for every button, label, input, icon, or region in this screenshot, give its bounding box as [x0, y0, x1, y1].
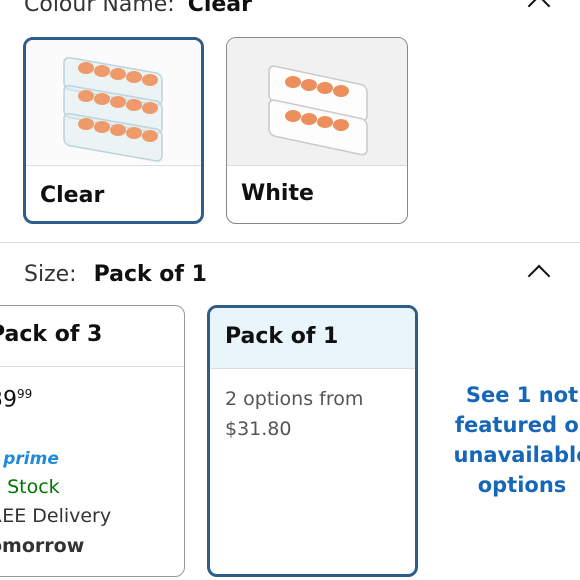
- swatch-divider: [227, 165, 407, 166]
- card-header-divider: [0, 366, 184, 367]
- chevron-up-icon[interactable]: [527, 0, 551, 18]
- price: 3999: [0, 387, 32, 412]
- see-unavailable-options-link[interactable]: See 1 not featured or unavailable option…: [452, 380, 580, 500]
- card-header-divider: [210, 368, 415, 369]
- price-cents: 99: [17, 387, 33, 401]
- size-label: Size:: [24, 262, 77, 287]
- colour-label: Colour Name:: [24, 0, 175, 17]
- swatch-white[interactable]: White: [226, 37, 408, 224]
- egg-holder-clear-image: [26, 40, 201, 164]
- colour-name-row: Colour Name: Clear: [24, 0, 252, 17]
- swatch-label-clear: Clear: [40, 183, 105, 208]
- delivery-text: REE Delivery: [0, 505, 112, 527]
- card-title: Pack of 3: [0, 322, 103, 347]
- price-main: 39: [0, 387, 17, 413]
- delivery-date: omorrow: [0, 535, 85, 557]
- size-card-pack-of-1[interactable]: Pack of 1 2 options from $31.80: [207, 305, 418, 577]
- options-from-text: 2 options from: [225, 388, 364, 410]
- prime-badge: ✓prime: [0, 449, 59, 469]
- colour-selected-value: Clear: [187, 0, 253, 17]
- prime-label: prime: [3, 449, 59, 469]
- size-row: Size: Pack of 1: [24, 262, 207, 287]
- swatch-label-white: White: [241, 181, 314, 206]
- card-title: Pack of 1: [225, 324, 339, 349]
- egg-holder-white-image: [227, 38, 407, 165]
- options-from-price: $31.80: [225, 418, 292, 440]
- stock-status: n Stock: [0, 476, 60, 498]
- section-divider: [0, 242, 580, 243]
- chevron-up-icon[interactable]: [527, 264, 551, 288]
- swatch-divider: [26, 165, 201, 166]
- size-card-pack-of-3[interactable]: Pack of 3 3999 ✓prime n Stock REE Delive…: [0, 305, 185, 577]
- swatch-clear[interactable]: Clear: [23, 37, 204, 224]
- size-selected-value: Pack of 1: [93, 262, 207, 287]
